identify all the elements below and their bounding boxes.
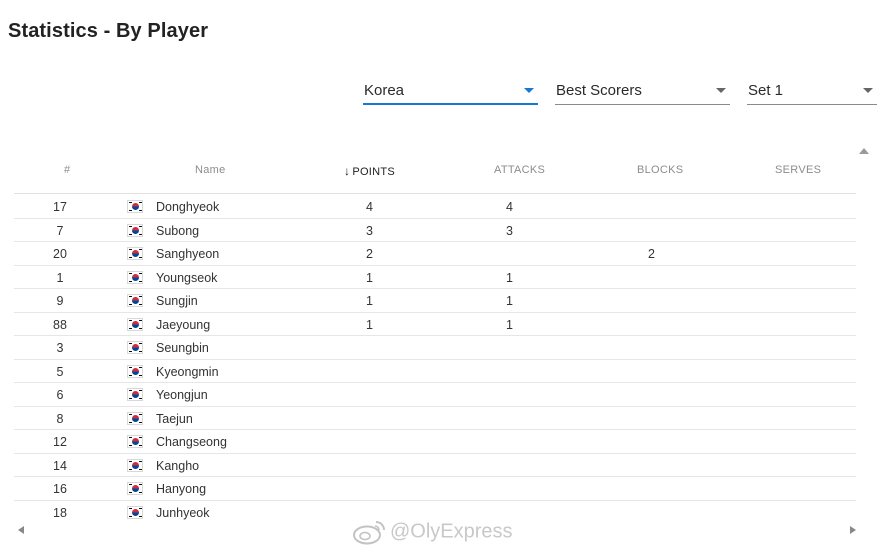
- korea-flag-icon: [127, 458, 143, 472]
- table-header: # Name ↓ POINTS ATTACKS BLOCKS SERVES: [14, 150, 856, 194]
- player-attacks: 1: [506, 317, 513, 332]
- category-select[interactable]: Best Scorers: [555, 78, 730, 105]
- player-name: Donghyeok: [156, 200, 220, 214]
- table-row[interactable]: 12 Changseong: [14, 430, 856, 454]
- korea-flag-icon: [127, 411, 143, 425]
- korea-flag-icon: [127, 341, 143, 354]
- player-number: 3: [56, 341, 64, 355]
- player-attacks: 3: [506, 223, 513, 238]
- player-points: 2: [366, 247, 373, 261]
- table-row[interactable]: 7 Subong 3 3: [14, 219, 856, 242]
- player-points: 4: [366, 200, 373, 214]
- table-row[interactable]: 17 Donghyeok 4 4: [14, 195, 856, 219]
- table-row[interactable]: 8 Taejun: [14, 407, 856, 430]
- player-name: Kyeongmin: [156, 364, 219, 379]
- set-select[interactable]: Set 1: [747, 78, 877, 105]
- table-row[interactable]: 20 Sanghyeon 2 2: [14, 242, 856, 266]
- player-number: 5: [56, 364, 64, 379]
- table-row[interactable]: 88 Jaeyoung 1 1: [14, 313, 856, 336]
- table-row[interactable]: 1 Youngseok 1 1: [14, 266, 856, 289]
- player-number: 9: [56, 294, 64, 308]
- player-number: 16: [53, 482, 67, 496]
- korea-flag-icon: [127, 223, 143, 237]
- korea-flag-icon: [127, 388, 143, 401]
- player-number: 17: [53, 200, 67, 214]
- player-name: Kangho: [156, 458, 200, 473]
- korea-flag-icon: [127, 247, 143, 260]
- korea-flag-icon: [127, 364, 143, 378]
- player-number: 12: [53, 435, 67, 449]
- column-header-name[interactable]: Name: [195, 164, 226, 176]
- table-row[interactable]: 14 Kangho: [14, 454, 856, 477]
- player-points: 1: [366, 317, 373, 332]
- table-row[interactable]: 16 Hanyong: [14, 477, 856, 501]
- watermark-text: @OlyExpress: [390, 520, 513, 543]
- player-name: Youngseok: [156, 270, 218, 285]
- column-header-number[interactable]: #: [64, 164, 70, 176]
- team-select[interactable]: Korea: [363, 78, 538, 105]
- team-select-value: Korea: [364, 82, 405, 99]
- sort-descending-icon: ↓: [344, 164, 351, 178]
- player-stats-table: # Name ↓ POINTS ATTACKS BLOCKS SERVES 17 D…: [14, 150, 856, 522]
- vertical-scrollbar[interactable]: [857, 148, 871, 520]
- column-header-attacks[interactable]: ATTACKS: [494, 164, 545, 176]
- player-name: Subong: [156, 223, 200, 238]
- watermark: @OlyExpress: [352, 519, 513, 549]
- korea-flag-icon: [127, 200, 143, 213]
- korea-flag-icon: [127, 294, 143, 307]
- player-number: 6: [56, 388, 64, 402]
- player-points: 1: [366, 294, 373, 308]
- column-header-points[interactable]: ↓ POINTS: [344, 164, 395, 178]
- player-number: 88: [53, 317, 67, 332]
- set-select-value: Set 1: [748, 82, 784, 99]
- category-select-value: Best Scorers: [556, 82, 642, 99]
- player-number: 7: [56, 223, 64, 238]
- player-name: Changseong: [156, 435, 227, 449]
- weibo-logo-icon: [353, 521, 385, 545]
- player-name: Jaeyoung: [156, 317, 211, 332]
- scroll-up-arrow-icon[interactable]: [859, 148, 869, 154]
- player-attacks: 1: [506, 294, 513, 308]
- scroll-right-arrow-icon[interactable]: [850, 526, 856, 534]
- column-header-points-label: POINTS: [352, 166, 396, 178]
- chevron-down-icon: [716, 88, 726, 93]
- player-number: 14: [53, 458, 67, 473]
- player-number: 1: [56, 270, 64, 285]
- player-name: Yeongjun: [156, 388, 208, 402]
- table-row[interactable]: 9 Sungjin 1 1: [14, 289, 856, 313]
- player-name: Sanghyeon: [156, 247, 220, 261]
- scroll-left-arrow-icon[interactable]: [18, 526, 24, 534]
- korea-flag-icon: [127, 317, 143, 331]
- korea-flag-icon: [127, 435, 143, 448]
- column-header-blocks[interactable]: BLOCKS: [637, 164, 683, 176]
- korea-flag-icon: [127, 270, 143, 284]
- column-header-serves[interactable]: SERVES: [775, 164, 821, 176]
- table-row[interactable]: 3 Seungbin: [14, 336, 856, 360]
- player-number: 18: [53, 505, 67, 520]
- player-name: Junhyeok: [156, 505, 210, 520]
- table-row[interactable]: 5 Kyeongmin: [14, 360, 856, 383]
- player-number: 8: [56, 411, 64, 426]
- player-blocks: 2: [648, 247, 655, 261]
- table-row[interactable]: 6 Yeongjun: [14, 383, 856, 407]
- chevron-down-icon: [524, 88, 534, 93]
- korea-flag-icon: [127, 482, 143, 495]
- player-attacks: 4: [506, 200, 513, 214]
- player-attacks: 1: [506, 270, 513, 285]
- player-name: Sungjin: [156, 294, 198, 308]
- chevron-down-icon: [863, 88, 873, 93]
- player-number: 20: [53, 247, 67, 261]
- player-points: 1: [366, 270, 373, 285]
- page-title: Statistics - By Player: [8, 20, 209, 42]
- player-name: Seungbin: [156, 341, 209, 355]
- player-name: Hanyong: [156, 482, 207, 496]
- player-name: Taejun: [156, 411, 193, 426]
- korea-flag-icon: [127, 505, 143, 519]
- player-points: 3: [366, 223, 373, 238]
